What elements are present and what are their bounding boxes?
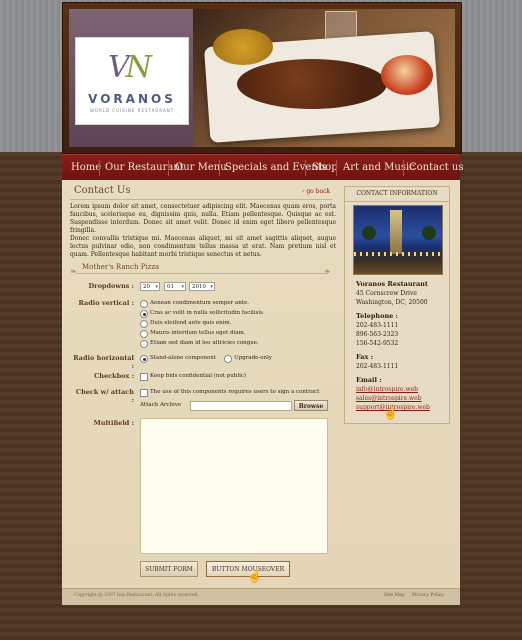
hand-cursor-icon: ☝ <box>383 406 398 420</box>
logo-panel: VN VORANOS WORLD CUISINE RESTAURANT <box>69 9 193 147</box>
nav-our-restaurant[interactable]: Our Restaurant <box>105 155 184 181</box>
nav-divider <box>305 160 306 176</box>
radio-horizontal-label: Radio horizontal : <box>73 354 134 370</box>
radio-vertical-option-3[interactable] <box>140 320 148 328</box>
year-select[interactable]: 2010 ▾ <box>189 282 215 291</box>
day-select[interactable]: 20 ▾ <box>140 282 160 291</box>
radio-option-text: Duis eleifend ante quis enim. <box>150 320 232 326</box>
intro-paragraph-1: Lorem ipsum dolor sit amet, consectetuer… <box>70 203 336 234</box>
nav-divider <box>336 160 337 176</box>
phone-2: 896-563-2323 <box>356 331 399 338</box>
radio-option-text: Mauris interdum tellus eget diam. <box>150 330 246 336</box>
radio-vertical-option-1[interactable] <box>140 300 148 308</box>
nav-art-music[interactable]: Art and Music <box>343 155 415 181</box>
browse-button[interactable]: Browse <box>294 400 328 411</box>
multifield-textarea[interactable] <box>140 418 328 554</box>
fax-label: Fax : <box>356 353 374 361</box>
intro-paragraph-2: Donec convallis tristique mi. Maecenas a… <box>70 235 336 258</box>
radio-vertical-option-5[interactable] <box>140 340 148 348</box>
email-info-link[interactable]: info@introspire.web <box>356 386 418 393</box>
logo-tagline: WORLD CUISINE RESTAURANT <box>89 108 175 113</box>
keep-bids-checkbox[interactable] <box>140 373 148 381</box>
email-sales-link[interactable]: sales@introspire.web <box>356 395 422 402</box>
nav-divider <box>219 160 220 176</box>
header-inner: VN VORANOS WORLD CUISINE RESTAURANT <box>69 9 455 147</box>
nav-contact-us[interactable]: Contact us <box>409 155 463 181</box>
radio-option-text: Upgrade-only <box>234 355 272 361</box>
contract-checkbox[interactable] <box>140 389 148 397</box>
title-divider <box>70 199 332 200</box>
header-food-photo <box>193 9 455 147</box>
checkbox-label: Checkbox : <box>94 372 134 380</box>
tower-image <box>390 210 402 254</box>
radio-vertical-option-4[interactable] <box>140 330 148 338</box>
lights-image <box>354 252 442 256</box>
logo-name: VORANOS <box>88 92 176 106</box>
phone-3: 156-542-9532 <box>356 340 399 347</box>
month-select[interactable]: 01 ▾ <box>164 282 186 291</box>
radio-horizontal-option-1[interactable] <box>140 355 148 363</box>
main-column: Contact Us ‹ go back Lorem ipsum dolor s… <box>62 180 340 590</box>
footer-sitemap-link[interactable]: Site Map <box>384 593 405 598</box>
radio-option-text: Cras ac velit in nulla sollicitudin faci… <box>150 310 265 316</box>
nav-divider <box>168 160 169 176</box>
telephone-label: Telephone : <box>356 312 398 320</box>
palm-tree-image <box>422 226 436 240</box>
page-title: Contact Us <box>74 185 131 196</box>
attach-archive-label: Attach Archive <box>140 402 182 408</box>
restaurant-photo <box>353 205 443 275</box>
radio-option-text: Aenean condimentum semper ante. <box>150 300 250 306</box>
logo-monogram: VN <box>108 50 152 85</box>
palm-tree-image <box>362 226 376 240</box>
radio-option-text: Etiam sed diam id leo ultricies congue. <box>150 340 259 346</box>
sidebar-title: CONTACT INFORMATION <box>345 187 449 202</box>
restaurant-name: Voranos Restaurant <box>356 280 428 288</box>
address-line-2: Washington, DC, 20500 <box>356 299 428 306</box>
footer-copyright: Copyright @ 2007 Inis Restaurant, All ri… <box>74 593 199 598</box>
phone-1: 202-483-1111 <box>356 322 399 329</box>
checkbox-text: Keep bids confidential (not public) <box>150 373 247 379</box>
main-nav: Home Our Restaurant Our Menu Specials an… <box>62 154 463 181</box>
multifield-label: Multifield : <box>93 419 134 427</box>
radio-option-text: Stand-alone component <box>150 355 217 361</box>
nav-shop[interactable]: Shop <box>312 155 338 181</box>
section-title: Mother's Ranch Pizza <box>82 263 160 271</box>
chevron-down-icon: ▾ <box>210 284 213 290</box>
contact-sidebar: CONTACT INFORMATION Voranos Restaurant 4… <box>344 186 450 424</box>
radio-vertical-option-2[interactable] <box>140 310 148 318</box>
content-area: Contact Us ‹ go back Lorem ipsum dolor s… <box>62 180 460 604</box>
email-label: Email : <box>356 376 382 384</box>
submit-form-button[interactable]: SUBMIT FORM <box>140 561 198 577</box>
section-divider <box>76 273 328 274</box>
contract-text: The use of this components requires user… <box>150 389 320 395</box>
ornament-left-icon: ❧ <box>70 267 77 276</box>
go-back-link[interactable]: ‹ go back <box>302 188 330 195</box>
ornament-right-icon: ❧ <box>324 267 331 276</box>
radio-horizontal-option-2[interactable] <box>224 355 232 363</box>
fax-number: 202-483-1111 <box>356 363 399 370</box>
steak-image <box>237 59 387 109</box>
check-attach-label: Check w/ attach : <box>75 388 134 404</box>
dropdowns-label: Dropdowns : <box>88 282 134 290</box>
nav-home[interactable]: Home <box>71 155 101 181</box>
chevron-down-icon: ▾ <box>181 284 184 290</box>
hand-cursor-icon: ☝ <box>247 569 262 583</box>
attach-archive-input[interactable] <box>190 401 292 411</box>
nav-divider <box>403 160 404 176</box>
footer: Copyright @ 2007 Inis Restaurant, All ri… <box>62 588 460 605</box>
chevron-down-icon: ▾ <box>155 284 158 290</box>
tomato-image <box>381 55 433 95</box>
radio-vertical-label: Radio vertical : <box>78 299 135 307</box>
fries-image <box>213 29 273 65</box>
logo[interactable]: VN VORANOS WORLD CUISINE RESTAURANT <box>75 37 189 125</box>
address-line-1: 45 Cornscrew Drive <box>356 290 417 297</box>
nav-divider <box>99 160 100 176</box>
header-banner: VN VORANOS WORLD CUISINE RESTAURANT <box>62 2 462 154</box>
footer-privacy-link[interactable]: Privacy Policy <box>412 593 444 598</box>
